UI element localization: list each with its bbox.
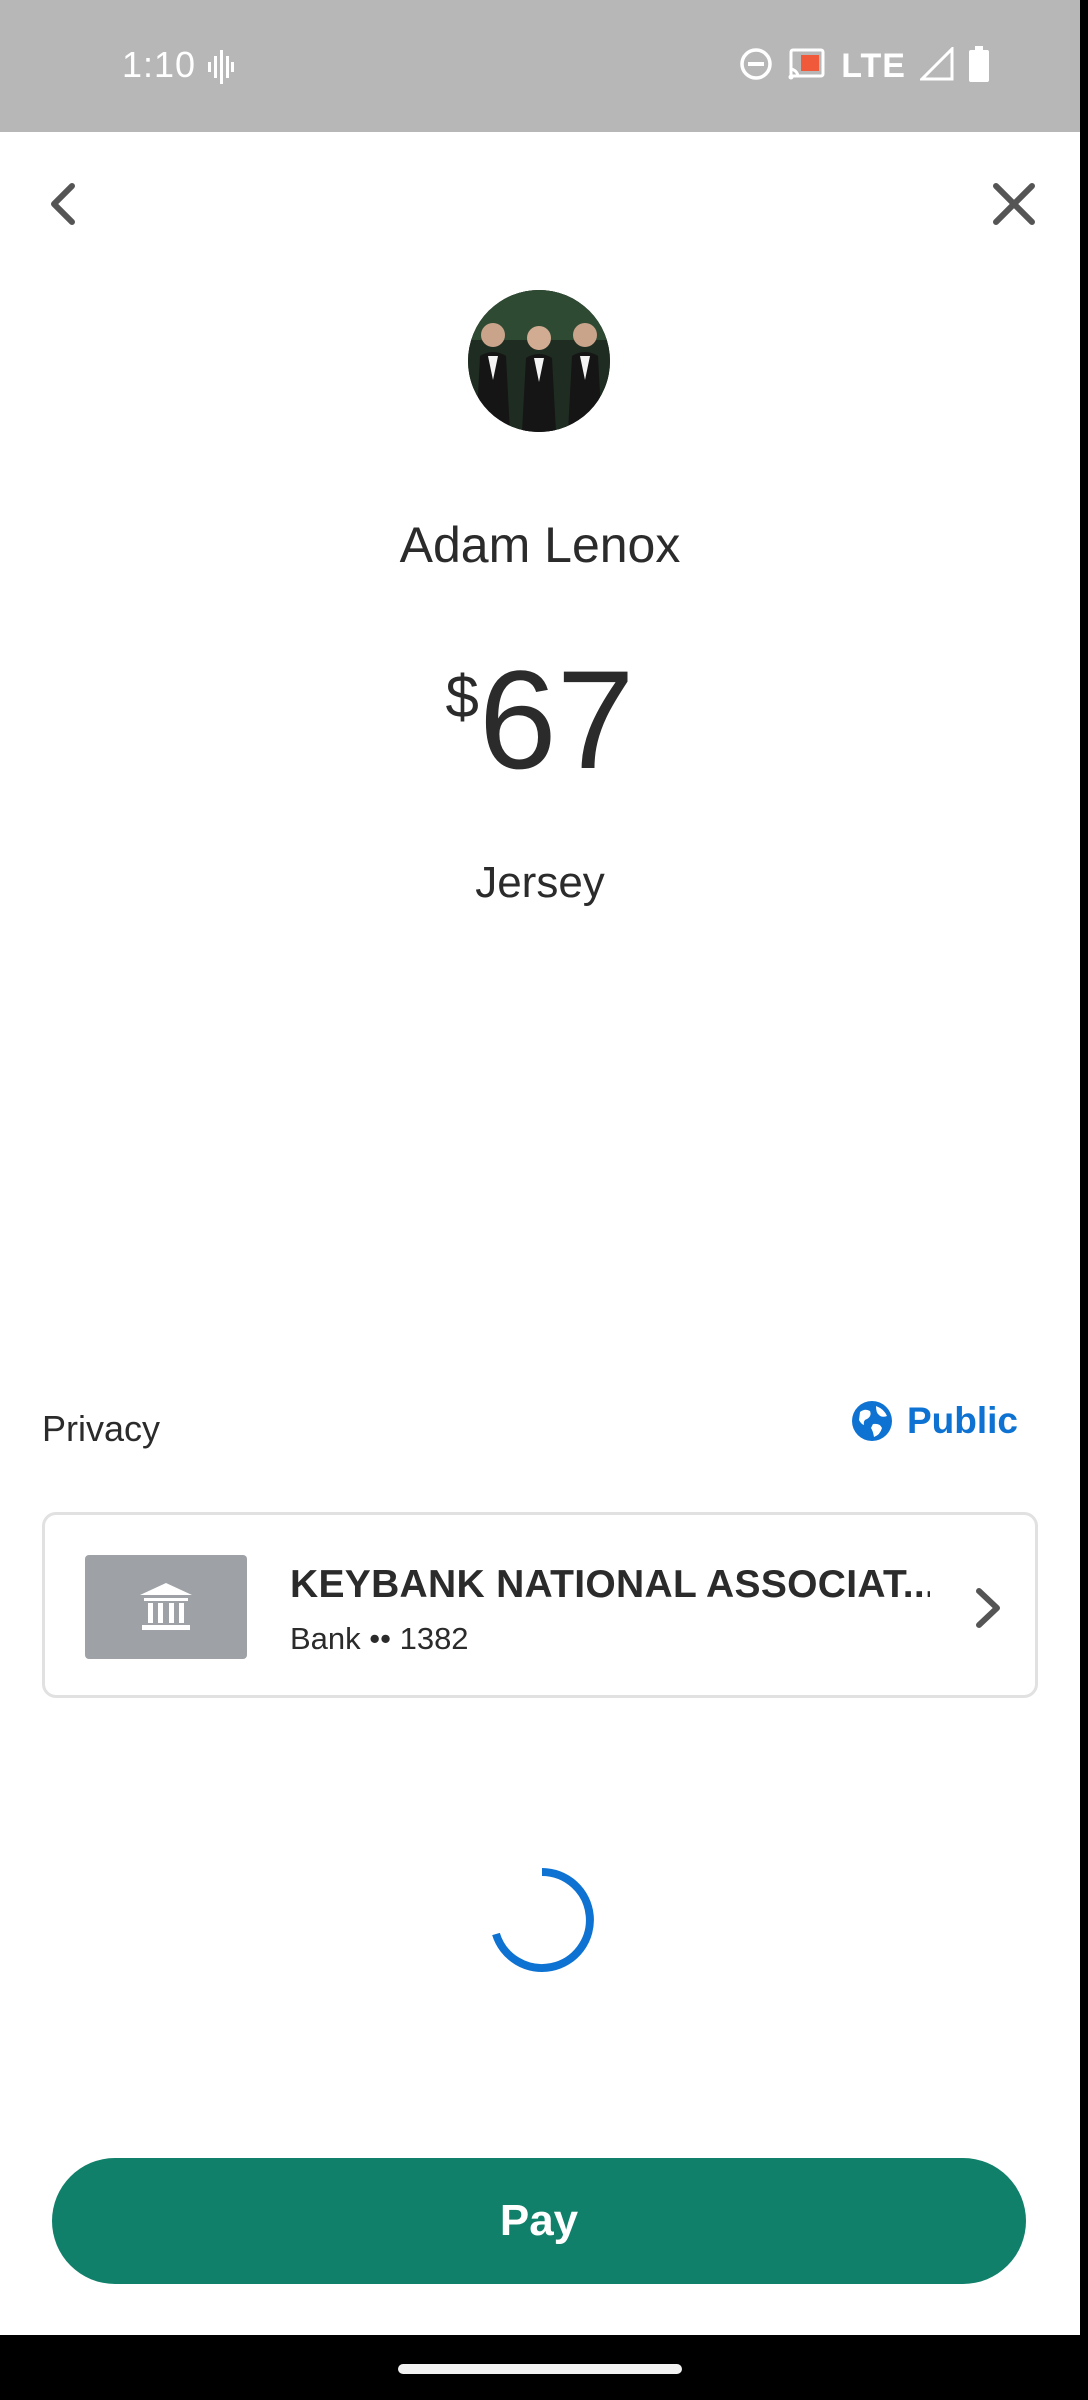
bank-icon (140, 1583, 192, 1630)
pay-button[interactable]: Pay (52, 2158, 1026, 2284)
close-icon (993, 183, 1035, 225)
globe-icon (851, 1401, 892, 1441)
loading-spinner (492, 1868, 594, 1972)
amount-value: 67 (478, 641, 635, 798)
bank-account-detail: Bank •• 1382 (290, 1621, 469, 1656)
home-indicator[interactable] (398, 2364, 682, 2374)
status-icons: LTE (739, 44, 990, 88)
battery-icon (968, 45, 990, 87)
status-time: 1:10 (122, 44, 197, 85)
privacy-selector[interactable]: Public (851, 1400, 1018, 1442)
payment-screen: 1:10 LTE Adam Lenox $67 Jersey Privacy P… (0, 0, 1080, 2335)
cast-icon (787, 47, 827, 86)
chevron-right-icon (976, 1588, 1000, 1628)
payment-note[interactable]: Jersey (0, 858, 1080, 908)
currency-symbol: $ (445, 663, 479, 730)
privacy-value: Public (906, 1400, 1018, 1441)
status-bar: 1:10 LTE (0, 0, 1080, 132)
funding-source-card[interactable]: KEYBANK NATIONAL ASSOCIAT... Bank •• 138… (42, 1512, 1038, 1698)
do-not-disturb-icon (739, 47, 773, 86)
recipient-name: Adam Lenox (399, 517, 681, 573)
payment-amount[interactable]: $67 (0, 650, 1080, 790)
back-button[interactable] (40, 176, 90, 232)
privacy-label: Privacy (42, 1408, 161, 1449)
close-button[interactable] (990, 180, 1038, 228)
network-type: LTE (841, 46, 906, 85)
recipient-avatar[interactable] (468, 290, 610, 432)
signal-icon (918, 44, 954, 86)
bank-thumbnail (85, 1555, 247, 1659)
screen-edge (1080, 0, 1088, 2400)
back-chevron-icon (51, 183, 75, 225)
bank-name: KEYBANK NATIONAL ASSOCIAT... (290, 1563, 930, 1606)
voice-activity-icon (208, 50, 234, 89)
